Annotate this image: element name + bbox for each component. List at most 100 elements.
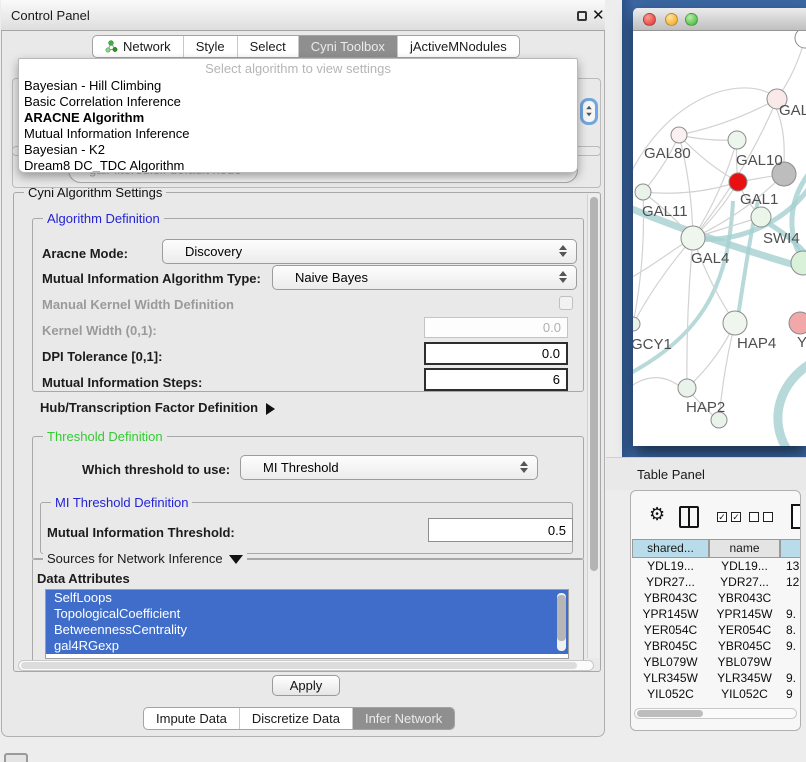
zoom-traffic-light-icon[interactable] — [685, 13, 698, 26]
dropdown-item[interactable]: Basic Correlation Inference — [19, 94, 577, 110]
aracne-mode-value: Discovery — [185, 244, 242, 259]
table-row[interactable]: YBL079WYBL079W — [632, 654, 800, 670]
hub-definition-toggle[interactable]: Hub/Transcription Factor Definition — [40, 400, 275, 415]
network-node[interactable] — [681, 226, 705, 250]
network-node[interactable] — [678, 379, 696, 397]
tab-jactivemnodules[interactable]: jActiveMNodules — [398, 36, 519, 57]
network-canvas[interactable]: GALGAL80GAL10GAL1GAL11SWI4GAL4GCY1HAP4YH… — [633, 31, 806, 446]
dropdown-item[interactable]: Bayesian - K2 — [19, 142, 577, 158]
column-header[interactable]: shared... — [632, 539, 709, 558]
columns-icon[interactable] — [679, 506, 699, 528]
network-node[interactable] — [791, 251, 806, 275]
sources-group-title[interactable]: Sources for Network Inference — [43, 551, 247, 566]
table-cell: YBL079W — [709, 654, 780, 670]
checked-box-icon[interactable]: ✓ — [717, 512, 727, 522]
minimize-traffic-light-icon[interactable] — [665, 13, 678, 26]
table-hscrollbar[interactable] — [634, 708, 797, 719]
tab-cyni-toolbox[interactable]: Cyni Toolbox — [299, 36, 398, 57]
settings-scrollbar[interactable] — [587, 194, 599, 658]
table-cell: YBR045C — [632, 638, 709, 654]
which-threshold-combo[interactable]: MI Threshold — [240, 455, 538, 480]
column-header[interactable] — [780, 539, 801, 558]
column-header[interactable]: name — [709, 539, 780, 558]
restore-icon[interactable] — [577, 11, 587, 21]
page-icon[interactable] — [791, 504, 801, 529]
close-icon[interactable]: ✕ — [592, 6, 605, 24]
attribute-list-item[interactable]: SelfLoops — [46, 590, 568, 606]
table-row[interactable]: YPR145WYPR145W9. — [632, 606, 800, 622]
table-cell: 9. — [780, 606, 800, 622]
table-rows[interactable]: YDL19...YDL19...13YDR27...YDR27...12YBR0… — [632, 558, 800, 701]
data-attributes-list[interactable]: SelfLoopsTopologicalCoefficientBetweenne… — [45, 589, 569, 659]
bottom-tab-infer-network[interactable]: Infer Network — [353, 708, 454, 729]
mi-threshold-field[interactable]: 0.5 — [428, 518, 573, 542]
table-row[interactable]: YBR043CYBR043C — [632, 590, 800, 606]
network-node[interactable] — [789, 312, 806, 334]
dropdown-item[interactable]: Mutual Information Inference — [19, 126, 577, 142]
table-row[interactable]: YDL19...YDL19...13 — [632, 558, 800, 574]
attribute-list-item[interactable]: BetweennessCentrality — [46, 622, 568, 638]
dropdown-item[interactable]: ARACNE Algorithm — [19, 110, 577, 126]
gear-icon[interactable]: ⚙ — [649, 504, 665, 525]
list-scrollbar[interactable] — [557, 593, 566, 651]
network-node[interactable] — [671, 127, 687, 143]
bottom-tab-impute-data[interactable]: Impute Data — [144, 708, 240, 729]
node-label: GAL4 — [691, 250, 729, 267]
kernel-width-field[interactable]: 0.0 — [424, 317, 568, 338]
attribute-list-item[interactable]: TopologicalCoefficient — [46, 606, 568, 622]
dropdown-item[interactable]: Bayesian - Hill Climbing — [19, 78, 577, 94]
mi-algorithm-type-combo[interactable]: Naive Bayes — [272, 265, 577, 290]
mi-steps-label: Mutual Information Steps: — [42, 375, 202, 390]
checked-box-icon[interactable]: ✓ — [731, 512, 741, 522]
settings-hscrollbar[interactable] — [18, 660, 594, 671]
node-label: GAL1 — [740, 191, 778, 208]
tab-label: Style — [196, 39, 225, 54]
network-node[interactable] — [751, 207, 771, 227]
table-row[interactable]: YLR345WYLR345W9. — [632, 670, 800, 686]
close-traffic-light-icon[interactable] — [643, 13, 656, 26]
table-row[interactable]: YER054CYER054C8. — [632, 622, 800, 638]
table-cell: 9 — [780, 686, 800, 701]
node-label: HAP4 — [737, 335, 776, 352]
tab-network[interactable]: Network — [93, 36, 184, 57]
network-node[interactable] — [795, 31, 806, 48]
edge — [643, 182, 738, 193]
bottom-left-button-fragment[interactable] — [4, 753, 28, 762]
node-label: GAL — [779, 102, 806, 119]
tab-style[interactable]: Style — [184, 36, 238, 57]
mi-steps-field[interactable]: 6 — [424, 368, 568, 391]
bottom-tab-discretize-data[interactable]: Discretize Data — [240, 708, 353, 729]
network-node[interactable] — [728, 131, 746, 149]
aracne-mode-combo[interactable]: Discovery — [162, 239, 577, 264]
network-node[interactable] — [723, 311, 747, 335]
table-panel: ⚙ ✓ ✓ shared...name YDL19...YDL19...13YD… — [630, 490, 801, 731]
table-panel-title: Table Panel — [637, 467, 705, 482]
attribute-list-item[interactable]: gal4RGexp — [46, 638, 568, 654]
table-cell: 9. — [780, 670, 800, 686]
edge — [633, 378, 683, 391]
network-node[interactable] — [729, 173, 747, 191]
table-cell: YIL052C — [632, 686, 709, 701]
table-row[interactable]: YIL052CYIL052C9 — [632, 686, 800, 701]
inference-algorithm-combo-fragment[interactable] — [580, 98, 598, 125]
bottom-tab-label: Infer Network — [365, 711, 442, 726]
apply-button[interactable]: Apply — [272, 675, 340, 696]
dropdown-placeholder: Select algorithm to view settings — [19, 59, 577, 78]
table-cell: YDR27... — [709, 574, 780, 590]
table-row[interactable]: YBR045CYBR045C9. — [632, 638, 800, 654]
unchecked-box-icon[interactable] — [763, 512, 773, 522]
screen: Control Panel ✕ NetworkStyleSelectCyni T… — [0, 0, 806, 762]
node-label: GCY1 — [633, 336, 672, 353]
expand-right-icon — [266, 403, 275, 415]
tab-label: jActiveMNodules — [410, 39, 507, 54]
manual-kernel-checkbox[interactable] — [559, 296, 573, 310]
dropdown-item[interactable]: Dream8 DC_TDC Algorithm — [19, 158, 577, 173]
network-node[interactable] — [635, 184, 651, 200]
unchecked-box-icon[interactable] — [749, 512, 759, 522]
stepper-icon — [559, 245, 567, 257]
network-node[interactable] — [633, 317, 640, 331]
tab-select[interactable]: Select — [238, 36, 299, 57]
bottom-tab-label: Discretize Data — [252, 711, 340, 726]
table-row[interactable]: YDR27...YDR27...12 — [632, 574, 800, 590]
dpi-tolerance-field[interactable]: 0.0 — [424, 342, 568, 365]
